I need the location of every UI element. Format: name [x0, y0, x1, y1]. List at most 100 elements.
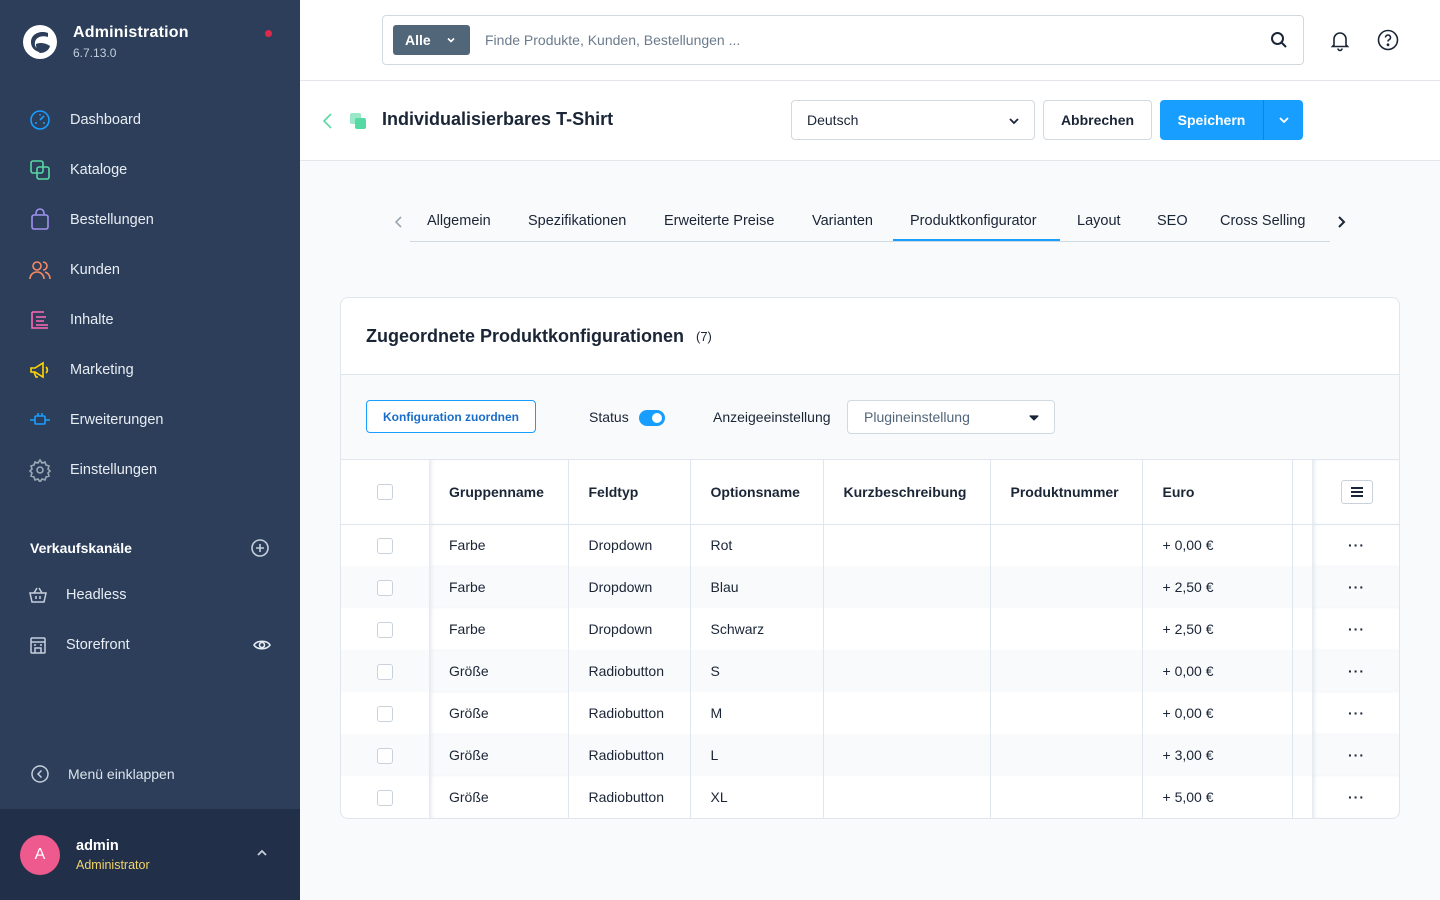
cell-euro: + 0,00 €: [1142, 524, 1293, 566]
row-actions-button[interactable]: ···: [1348, 621, 1365, 637]
cell-option: S: [690, 650, 824, 692]
tabs-scroll-left-icon[interactable]: [392, 215, 406, 229]
cell-euro: + 0,00 €: [1142, 650, 1293, 692]
row-checkbox[interactable]: [377, 705, 393, 722]
app-version: 6.7.13.0: [73, 46, 117, 60]
nav-label: Bestellungen: [70, 212, 154, 228]
cell-group: Größe: [429, 650, 569, 692]
row-actions-button[interactable]: ···: [1348, 705, 1365, 721]
row-actions-button[interactable]: ···: [1348, 579, 1365, 595]
row-actions-cell: ···: [1312, 650, 1399, 692]
search-scope-select[interactable]: Alle: [393, 25, 470, 55]
tab-variants[interactable]: Varianten: [812, 213, 873, 229]
status-toggle[interactable]: [639, 410, 665, 426]
row-checkbox[interactable]: [377, 663, 393, 680]
language-select[interactable]: Deutsch: [791, 100, 1035, 140]
cell-type: Radiobutton: [568, 692, 691, 734]
add-circle-icon[interactable]: [250, 538, 270, 558]
tab-specifications[interactable]: Spezifikationen: [528, 213, 626, 229]
save-options-toggle[interactable]: [1263, 100, 1303, 140]
search-scope-label: Alle: [405, 32, 431, 48]
save-button[interactable]: Speichern: [1160, 100, 1303, 140]
row-actions-button[interactable]: ···: [1348, 537, 1365, 553]
brand[interactable]: Administration 6.7.13.0: [22, 24, 189, 60]
eye-icon[interactable]: [252, 635, 272, 655]
save-label: Speichern: [1177, 112, 1246, 128]
cell-gap: [1292, 524, 1312, 566]
row-checkbox[interactable]: [377, 537, 393, 554]
back-arrow-icon[interactable]: [320, 111, 336, 131]
cell-euro: + 3,00 €: [1142, 734, 1293, 776]
table-row[interactable]: Farbe Dropdown Schwarz + 2,50 € ···: [341, 608, 1399, 650]
cell-euro: + 5,00 €: [1142, 776, 1293, 818]
nav-item-dashboard[interactable]: Dashboard: [0, 95, 300, 145]
chevron-down-icon: [1029, 415, 1039, 421]
row-checkbox[interactable]: [377, 747, 393, 764]
table-row[interactable]: Größe Radiobutton S + 0,00 € ···: [341, 650, 1399, 692]
nav-item-content[interactable]: Inhalte: [0, 295, 300, 345]
table-row[interactable]: Farbe Dropdown Blau + 2,50 € ···: [341, 566, 1399, 608]
cancel-button[interactable]: Abbrechen: [1043, 100, 1152, 140]
search-input[interactable]: Finde Produkte, Kunden, Bestellungen ...: [485, 32, 740, 48]
select-all-cell: [341, 460, 429, 525]
cell-euro: + 2,50 €: [1142, 566, 1293, 608]
nav-label: Einstellungen: [70, 462, 158, 478]
cell-type: Radiobutton: [568, 776, 691, 818]
table-row[interactable]: Größe Radiobutton L + 3,00 € ···: [341, 734, 1399, 776]
tab-seo[interactable]: SEO: [1157, 213, 1188, 229]
user-menu[interactable]: A admin Administrator: [0, 809, 300, 900]
tab-layout[interactable]: Layout: [1077, 213, 1121, 229]
column-header[interactable]: Feldtyp: [568, 460, 691, 525]
table-row[interactable]: Farbe Dropdown Rot + 0,00 € ···: [341, 524, 1399, 566]
column-header[interactable]: Kurzbeschreibung: [823, 460, 991, 525]
row-checkbox[interactable]: [377, 579, 393, 596]
nav-item-settings[interactable]: Einstellungen: [0, 445, 300, 495]
assign-configuration-button[interactable]: Konfiguration zuordnen: [366, 400, 536, 433]
cell-product-number: [990, 524, 1143, 566]
search-icon[interactable]: [1269, 30, 1289, 50]
table-row[interactable]: Größe Radiobutton XL + 5,00 € ···: [341, 776, 1399, 818]
bell-icon[interactable]: [1328, 28, 1352, 52]
cell-gap: [1292, 650, 1312, 692]
tabs-scroll-right-icon[interactable]: [1334, 215, 1348, 229]
column-header[interactable]: Gruppenname: [429, 460, 569, 525]
gear-icon: [28, 458, 52, 482]
cell-short-description: [823, 650, 991, 692]
sales-channel-storefront[interactable]: Storefront: [28, 630, 272, 660]
card-title: Zugeordnete Produktkonfigurationen: [366, 325, 684, 346]
select-all-checkbox[interactable]: [377, 484, 393, 501]
row-select-cell: [341, 776, 429, 818]
row-actions-button[interactable]: ···: [1348, 747, 1365, 763]
nav-item-marketing[interactable]: Marketing: [0, 345, 300, 395]
cell-short-description: [823, 692, 991, 734]
row-select-cell: [341, 734, 429, 776]
tab-general[interactable]: Allgemein: [427, 213, 491, 229]
cell-gap: [1292, 566, 1312, 608]
table-row[interactable]: Größe Radiobutton M + 0,00 € ···: [341, 692, 1399, 734]
content-icon: [31, 311, 48, 329]
nav-item-orders[interactable]: Bestellungen: [0, 195, 300, 245]
nav-item-customers[interactable]: Kunden: [0, 245, 300, 295]
row-checkbox[interactable]: [377, 621, 393, 638]
row-actions-button[interactable]: ···: [1348, 663, 1365, 679]
sales-channels-title: Verkaufskanäle: [30, 540, 132, 556]
menu-icon: [1350, 486, 1363, 497]
collapse-menu-button[interactable]: Menü einklappen: [30, 764, 175, 784]
tab-advanced-prices[interactable]: Erweiterte Preise: [664, 213, 774, 229]
column-header[interactable]: Euro: [1142, 460, 1293, 525]
column-settings-button[interactable]: [1340, 479, 1373, 504]
cell-short-description: [823, 734, 991, 776]
row-actions-button[interactable]: ···: [1348, 789, 1365, 805]
column-settings-cell: [1312, 460, 1399, 525]
tab-cross-selling[interactable]: Cross Selling: [1220, 213, 1305, 229]
column-header[interactable]: Produktnummer: [990, 460, 1143, 525]
nav-item-extensions[interactable]: Erweiterungen: [0, 395, 300, 445]
row-checkbox[interactable]: [377, 789, 393, 806]
help-icon[interactable]: [1376, 28, 1400, 52]
sales-channel-headless[interactable]: Headless: [28, 580, 272, 610]
cell-short-description: [823, 608, 991, 650]
column-header[interactable]: Optionsname: [690, 460, 824, 525]
tab-product-configurator[interactable]: Produktkonfigurator: [910, 213, 1037, 229]
display-setting-select[interactable]: Plugineinstellung: [847, 400, 1055, 434]
nav-item-catalog[interactable]: Kataloge: [0, 145, 300, 195]
